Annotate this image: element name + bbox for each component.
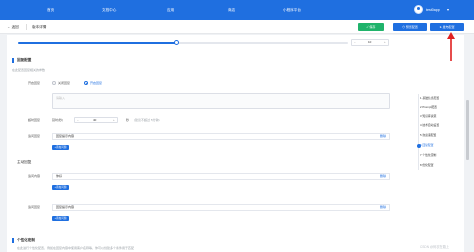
plus-icon[interactable]: + [384, 40, 386, 45]
add-question-button[interactable]: +添加问题 [52, 216, 69, 221]
anchor-item-basic[interactable]: 1 基础信息配置 [420, 96, 439, 100]
delete-link[interactable]: 删除 [380, 205, 386, 210]
nav-item-docs[interactable]: 文档中心 [102, 0, 116, 20]
anchor-item-prompt[interactable]: 2 Prompt配置 [420, 105, 437, 109]
follow-content-value: 你好 [56, 174, 63, 178]
follow-reply-label: 追问回复 [28, 134, 41, 138]
add-question-button[interactable]: +添加问题 [52, 185, 69, 190]
delay-hint: (建议不超过 5分钟) [134, 118, 160, 122]
follow-reply-label-2: 追问回复 [28, 205, 41, 209]
add-question-button[interactable]: +添加问题 [52, 145, 69, 150]
follow-content-field[interactable]: 你好 删除 [52, 173, 390, 180]
delay-value: 40 [93, 118, 97, 122]
number-stepper[interactable]: − 10 + [351, 39, 389, 46]
section-desc-reply: 在此配置回复相关的参数 [12, 68, 46, 72]
delay-label: 延时(秒) [52, 118, 63, 122]
page-title: 版本详情 [32, 25, 47, 29]
anchor-item-welcome[interactable]: 5 欢迎语配置 [420, 133, 436, 137]
watermark: CSDN @码农在路上 [420, 245, 450, 249]
section-marker [12, 58, 14, 63]
slider-handle[interactable] [173, 40, 179, 45]
follow-content-label: 追问内容 [28, 174, 41, 178]
radio-reply-off[interactable] [52, 81, 56, 85]
follow-reply-value-2: 回复提示内容 [56, 205, 75, 209]
anchor-item-reply[interactable]: 6 回复配置 [420, 143, 434, 147]
section-desc-personal: 在此进行个性化配置，例如在回复内容中使用客户名称等，你可以创建多个条件用于匹配 [17, 246, 135, 250]
section-title-proactive: 主动回复 [17, 160, 32, 164]
anchor-item-optimize[interactable]: 8 优化配置 [420, 163, 434, 167]
radio-reply-on-label: 开启回复 [90, 81, 103, 85]
section-marker [12, 238, 14, 243]
red-arrow-annotation [447, 32, 455, 61]
stepper-value: 10 [368, 40, 372, 44]
section-title-reply: 回复配置 [17, 58, 32, 62]
top-navigation-bar: 首页 文档中心 应用 商店 小程序平台 test0app ▾ [0, 0, 474, 20]
header-divider [26, 24, 27, 30]
delay-unit: 秒 [126, 118, 130, 122]
config-card [7, 35, 464, 252]
delay-plus-icon[interactable]: + [113, 118, 115, 122]
chevron-down-icon[interactable]: ▾ [447, 0, 449, 20]
preview-config-button[interactable]: ⊙ 预览配置 [393, 23, 427, 31]
page-header: ← 返回 版本详情 ✓ 保存 ⊙ 预览配置 ➤ 发布配置 [0, 20, 474, 34]
anchor-item-auto[interactable]: 4 技术自动设置 [420, 123, 439, 127]
delete-link[interactable]: 删除 [380, 134, 386, 139]
delay-minus-icon[interactable]: − [77, 118, 79, 122]
nav-item-store[interactable]: 商店 [228, 0, 235, 20]
follow-reply-value: 回复提示内容 [56, 134, 75, 138]
scrollbar-thumb[interactable] [466, 100, 469, 160]
nav-item-mini-program[interactable]: 小程序平台 [283, 0, 301, 20]
minus-icon[interactable]: − [354, 40, 356, 45]
follow-reply-field[interactable]: 回复提示内容 删除 [52, 133, 390, 140]
username[interactable]: test0app [426, 0, 440, 20]
radio-reply-on[interactable] [84, 81, 88, 85]
anchor-item-knowledge[interactable]: 3 知识库资源 [420, 114, 436, 118]
textarea-placeholder: 请输入 [56, 96, 66, 100]
reply-content-textarea[interactable]: 请输入 [52, 93, 390, 109]
nav-item-home[interactable]: 首页 [47, 0, 54, 20]
section-title-personal: 个性化定制 [17, 238, 35, 242]
save-button[interactable]: ✓ 保存 [358, 23, 384, 31]
radio-reply-off-label: 关闭回复 [58, 81, 71, 85]
anchor-nav-line [418, 94, 419, 170]
nav-item-apps[interactable]: 应用 [167, 0, 174, 20]
timeout-reply-label: 超时回复 [28, 118, 41, 122]
delay-seconds-input[interactable]: − 40 + [74, 117, 118, 123]
back-button[interactable]: ← 返回 [7, 20, 19, 34]
slider-track[interactable] [18, 42, 348, 44]
delete-link[interactable]: 删除 [380, 174, 386, 179]
follow-reply-field-2[interactable]: 回复提示内容 删除 [52, 204, 390, 211]
reply-toggle-label: 开启回复 [28, 81, 41, 85]
slider-fill [18, 42, 177, 44]
anchor-item-personal[interactable]: 7 个性化定制 [420, 153, 436, 157]
user-avatar[interactable] [414, 5, 423, 14]
